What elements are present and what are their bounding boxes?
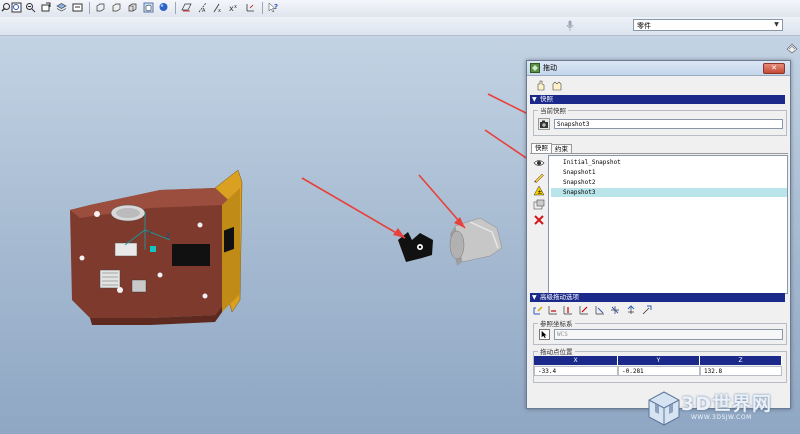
move-icon[interactable]: [533, 305, 543, 315]
dialog-app-icon: [530, 63, 540, 73]
svg-text:x: x: [234, 4, 237, 10]
hidden-line-icon[interactable]: [111, 2, 122, 13]
list-item[interactable]: Snapshot1: [561, 168, 787, 177]
advanced-drag-section-header[interactable]: ▼ 高级拖动选项: [530, 293, 785, 302]
current-snapshot-field[interactable]: Snapshot3: [554, 119, 783, 129]
cube-logo-icon: [647, 390, 681, 426]
lock-body-part[interactable]: Z Y: [70, 169, 243, 325]
rotate-y-icon[interactable]: [610, 305, 620, 315]
dialog-titlebar[interactable]: 拖动 ✕: [527, 61, 790, 76]
zoom-out-icon[interactable]: [25, 2, 36, 13]
datum-axis-icon[interactable]: A: [197, 2, 208, 13]
selection-filter-dropdown[interactable]: 零件 ▼: [633, 19, 783, 31]
column-header-z: Z: [700, 356, 782, 365]
dialog-title: 拖动: [543, 64, 557, 72]
csys-display-icon[interactable]: [245, 2, 256, 13]
move-axis-x-icon[interactable]: [548, 305, 558, 315]
annotation-arrows: [301, 93, 549, 239]
rotate-z-icon[interactable]: [626, 305, 636, 315]
toolbar-separator: [262, 2, 263, 14]
list-item[interactable]: Snapshot2: [561, 178, 787, 187]
no-hidden-icon[interactable]: [127, 2, 138, 13]
ref-csys-field[interactable]: WCS: [554, 329, 783, 340]
edit-snapshot-icon[interactable]: [533, 171, 545, 183]
context-help-icon[interactable]: ?: [268, 2, 279, 13]
drag-body-icon[interactable]: [551, 79, 563, 91]
table-cell-y: -0.281: [618, 366, 700, 376]
microphone-icon: [566, 20, 574, 31]
wireframe-icon[interactable]: [95, 2, 106, 13]
update-snapshot-icon[interactable]: ±: [533, 185, 545, 197]
explode-state-icon[interactable]: [533, 199, 545, 211]
table-cell-z: 132.8: [700, 366, 782, 376]
take-snapshot-button[interactable]: [538, 118, 550, 130]
column-header-y: Y: [618, 356, 700, 365]
collapse-arrow-icon: ▼: [532, 294, 537, 301]
move-axis-z-icon[interactable]: [579, 305, 589, 315]
display-snapshot-icon[interactable]: [533, 157, 545, 169]
list-item[interactable]: Initial_Snapshot: [561, 158, 787, 167]
repaint-icon[interactable]: [72, 2, 83, 13]
layers-icon[interactable]: [56, 2, 67, 13]
toolbar-separator: [89, 2, 90, 14]
toolbar-separator: [175, 2, 176, 14]
tab-snapshots[interactable]: 快照: [531, 143, 552, 153]
snapshot-list[interactable]: Initial_Snapshot Snapshot1 Snapshot2 Sna…: [548, 155, 788, 294]
zoom-in-icon[interactable]: [11, 2, 22, 13]
model-tree-toggle-icon[interactable]: [786, 42, 798, 54]
datum-point-icon[interactable]: x: [213, 2, 224, 13]
delete-snapshot-icon[interactable]: [533, 214, 545, 226]
close-icon: ✕: [771, 64, 777, 72]
column-header-x: X: [534, 356, 618, 365]
drag-point-position-label: 拖动点位置: [538, 346, 575, 356]
move-axis-y-icon[interactable]: [563, 305, 573, 315]
close-button[interactable]: ✕: [763, 63, 785, 74]
drag-point-icon[interactable]: [535, 79, 547, 91]
svg-text:Z: Z: [166, 233, 170, 240]
watermark: 3D世界网 WWW.3DSJW.COM: [645, 386, 795, 430]
refit-icon[interactable]: [40, 2, 51, 13]
current-snapshot-label: 当前快照: [538, 105, 568, 115]
chevron-down-icon: ▼: [774, 21, 779, 28]
watermark-title: 3D世界网: [681, 393, 772, 415]
ref-csys-label: 参照坐标系: [538, 318, 575, 328]
selection-filter-value: 零件: [637, 22, 651, 30]
list-item-selected[interactable]: Snapshot3: [551, 188, 787, 197]
main-toolbar: A x xx ?: [0, 0, 800, 18]
shaded-sphere-icon[interactable]: [158, 2, 169, 13]
snapshots-section-label: 快照: [540, 95, 553, 103]
snapshots-section-header[interactable]: ▼ 快照: [530, 95, 785, 104]
svg-text:?: ?: [274, 3, 278, 11]
advanced-drag-section-label: 高级拖动选项: [540, 293, 579, 301]
datum-plane-icon[interactable]: [181, 2, 192, 13]
svg-text:±: ±: [537, 189, 542, 196]
rotate-x-icon[interactable]: [595, 305, 605, 315]
watermark-url: WWW.3DSJW.COM: [691, 414, 752, 421]
svg-text:A: A: [202, 8, 206, 13]
shading-icon[interactable]: [143, 2, 154, 13]
point-display-icon[interactable]: xx: [229, 2, 240, 13]
tab-divider: [530, 153, 788, 154]
svg-text:Y: Y: [147, 230, 152, 237]
svg-text:x: x: [218, 8, 221, 13]
table-cell-x: -33.4: [534, 366, 618, 376]
select-csys-button[interactable]: [539, 329, 550, 340]
gray-housing-part[interactable]: [449, 217, 503, 266]
zoom-area-icon[interactable]: [0, 2, 11, 13]
free-rotate-icon[interactable]: [642, 305, 652, 315]
collapse-arrow-icon: ▼: [532, 96, 537, 103]
